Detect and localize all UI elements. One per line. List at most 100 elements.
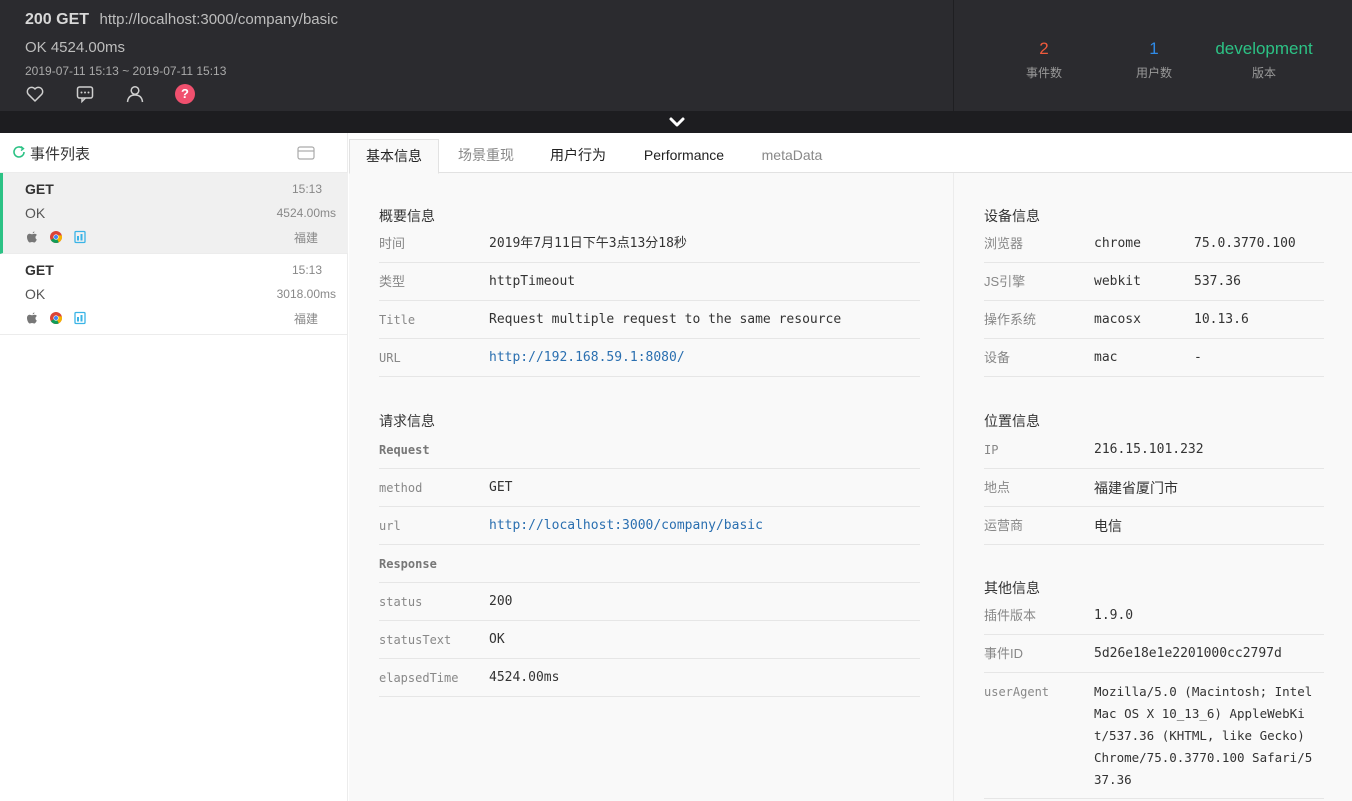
tab-user-behavior[interactable]: 用户行为 <box>533 139 623 173</box>
chevron-down-icon[interactable] <box>668 114 686 130</box>
overview-title: 概要信息 <box>379 208 435 224</box>
device-title: 设备信息 <box>984 208 1040 224</box>
info-value: 5d26e18e1e2201000cc2797d <box>1094 646 1282 661</box>
event-detail: 基本信息 场景重现 用户行为 Performance metaData 概要信息… <box>349 133 1352 801</box>
info-value: webkit <box>1094 274 1141 289</box>
info-value: 1.9.0 <box>1094 608 1134 623</box>
stat-event-count: 2 事件数 <box>989 38 1099 81</box>
event-list-header: 事件列表 <box>0 133 348 173</box>
help-icon[interactable]: ? <box>175 84 195 104</box>
info-key: 类型 <box>379 274 406 289</box>
info-value: 2019年7月11日下午3点13分18秒 <box>489 236 687 251</box>
apple-icon <box>27 231 37 243</box>
left-column: 概要信息 时间 2019年7月11日下午3点13分18秒 类型 httpTime… <box>349 173 953 801</box>
url-link[interactable]: http://192.168.59.1:8080/ <box>489 339 685 377</box>
apple-icon <box>27 312 37 324</box>
event-item[interactable]: GET 15:13 OK 4524.00ms 福建 <box>0 173 348 254</box>
event-list-title: 事件列表 <box>30 146 91 163</box>
event-duration: 3018.00ms <box>276 287 336 301</box>
tab-performance[interactable]: Performance <box>629 139 739 173</box>
user-icon[interactable] <box>125 84 145 104</box>
info-key: url <box>379 519 401 533</box>
event-list-sidebar: 事件列表 GET 15:13 OK 4524.00ms 福建 GET 15:13… <box>0 133 348 801</box>
event-duration: 4524.00ms <box>276 206 336 220</box>
info-row: 运营商 电信 <box>984 507 1324 545</box>
info-row: status 200 <box>379 583 920 621</box>
info-key: 运营商 <box>984 518 1024 533</box>
info-row: 插件版本 1.9.0 <box>984 597 1324 635</box>
info-key: method <box>379 481 423 495</box>
info-row: 操作系统 macosx 10.13.6 <box>984 301 1324 339</box>
heart-icon[interactable] <box>25 84 45 104</box>
info-value: 216.15.101.232 <box>1094 442 1204 457</box>
tab-scene-replay[interactable]: 场景重现 <box>441 139 531 173</box>
status-line: OK 4524.00ms <box>25 39 126 56</box>
info-row: Response <box>379 545 920 583</box>
user-agent-value: Mozilla/5.0 (Macintosh; Intel Mac OS X 1… <box>1094 684 1313 787</box>
info-extra: 75.0.3770.100 <box>1194 236 1296 251</box>
info-row: method GET <box>379 469 920 507</box>
info-key: 操作系统 <box>984 312 1037 327</box>
stat-label: 版本 <box>1251 66 1276 80</box>
info-row: 浏览器 chrome 75.0.3770.100 <box>984 225 1324 263</box>
card-view-icon[interactable] <box>297 145 315 161</box>
chrome-icon <box>50 312 63 324</box>
info-value: 福建省厦门市 <box>1094 480 1178 496</box>
comment-icon[interactable] <box>75 84 95 104</box>
stat-version: development 版本 <box>1209 38 1319 81</box>
info-value: Request multiple request to the same res… <box>489 312 842 327</box>
info-row: userAgent Mozilla/5.0 (Macintosh; Intel … <box>984 673 1324 799</box>
stat-label: 事件数 <box>1025 66 1062 80</box>
info-key: status <box>379 595 423 609</box>
info-row: elapsedTime 4524.00ms <box>379 659 920 697</box>
event-location: 福建 <box>293 312 318 326</box>
event-item[interactable]: GET 15:13 OK 3018.00ms 福建 <box>0 254 348 335</box>
info-value: 电信 <box>1094 518 1122 534</box>
info-row: Title Request multiple request to the sa… <box>379 301 920 339</box>
info-extra: 10.13.6 <box>1194 312 1249 327</box>
request-subheader: Request <box>379 443 430 457</box>
info-key: 插件版本 <box>984 608 1037 623</box>
detail-tabs: 基本信息 场景重现 用户行为 Performance metaData <box>349 133 1352 174</box>
refresh-icon[interactable] <box>12 145 26 159</box>
request-url: http://localhost:3000/company/basic <box>99 11 338 28</box>
collapse-toggle[interactable] <box>0 111 1352 133</box>
info-row: 类型 httpTimeout <box>379 263 920 301</box>
info-value: httpTimeout <box>489 274 576 289</box>
info-key: 地点 <box>984 480 1011 495</box>
info-row: JS引擎 webkit 537.36 <box>984 263 1324 301</box>
info-value: 4524.00ms <box>489 670 560 685</box>
info-key: 浏览器 <box>984 236 1024 251</box>
info-row: 时间 2019年7月11日下午3点13分18秒 <box>379 225 920 263</box>
info-key: 设备 <box>984 350 1011 365</box>
info-key: JS引擎 <box>984 274 1026 289</box>
info-row: Request <box>379 431 920 469</box>
stat-user-count: 1 用户数 <box>1099 38 1209 81</box>
event-time: 15:13 <box>291 263 322 277</box>
tab-metadata[interactable]: metaData <box>747 139 837 173</box>
info-value: 200 <box>489 594 513 609</box>
info-key: 事件ID <box>984 646 1024 661</box>
right-column: 设备信息 浏览器 chrome 75.0.3770.100 JS引擎 webki… <box>953 173 1352 801</box>
event-header: 200 GET http://localhost:3000/company/ba… <box>0 0 1352 111</box>
stat-value: development <box>1215 39 1313 58</box>
event-method: GET <box>25 262 54 278</box>
info-row: 事件ID 5d26e18e1e2201000cc2797d <box>984 635 1324 673</box>
location-title: 位置信息 <box>984 413 1040 429</box>
other-title: 其他信息 <box>984 580 1040 596</box>
request-title: 请求信息 <box>379 413 435 429</box>
info-row: url http://localhost:3000/company/basic <box>379 507 920 545</box>
event-title: 200 GET http://localhost:3000/company/ba… <box>25 11 338 29</box>
event-summary: 200 GET http://localhost:3000/company/ba… <box>0 0 953 111</box>
tab-basic-info[interactable]: 基本信息 <box>349 139 439 174</box>
info-row: statusText OK <box>379 621 920 659</box>
info-key: userAgent <box>984 685 1050 699</box>
info-extra: - <box>1194 350 1202 365</box>
url-link[interactable]: http://localhost:3000/company/basic <box>489 507 763 545</box>
info-value: macosx <box>1094 312 1141 327</box>
chrome-icon <box>50 231 63 243</box>
event-location: 福建 <box>293 231 318 245</box>
info-key: IP <box>984 443 999 457</box>
monitor-icon <box>74 230 86 244</box>
info-value: mac <box>1094 350 1118 365</box>
